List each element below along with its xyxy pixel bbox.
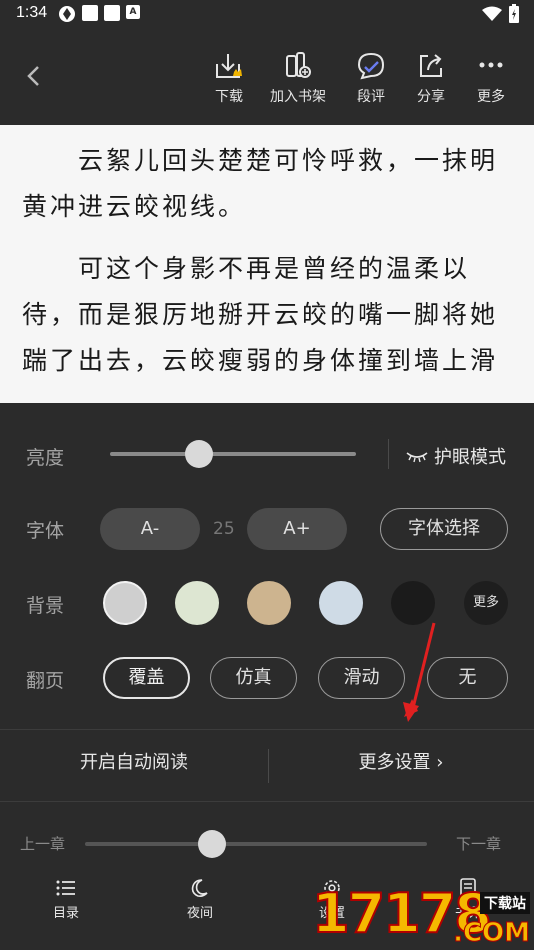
list-icon bbox=[56, 880, 75, 896]
bookshelf-add-icon bbox=[286, 52, 311, 78]
reading-content[interactable]: 云絮儿回头楚楚可怜呼救，一抹明黄冲进云皎视线。 可这个身影不再是曾经的温柔以待，… bbox=[0, 125, 534, 403]
divider bbox=[0, 729, 534, 730]
reader-settings-panel: 亮度 护眼模式 字体 A- 25 A+ 字体选择 背景 更多 翻页 覆盖 仿真 … bbox=[0, 403, 534, 950]
background-label: 背景 bbox=[26, 595, 65, 617]
font-select-button[interactable]: 字体选择 bbox=[380, 508, 508, 550]
eye-mode-label: 护眼模式 bbox=[434, 447, 506, 468]
eye-protection-mode-button[interactable]: 护眼模式 bbox=[406, 443, 506, 469]
background-swatch-tan[interactable] bbox=[247, 581, 291, 625]
closed-eye-icon bbox=[406, 452, 428, 463]
previous-chapter-button[interactable]: 上一章 bbox=[20, 833, 65, 854]
page-turn-label: 翻页 bbox=[26, 670, 65, 692]
more-settings-button[interactable]: 更多设置 › bbox=[268, 748, 534, 774]
font-size-value: 25 bbox=[213, 519, 235, 539]
chapter-progress-slider[interactable] bbox=[85, 842, 427, 846]
divider bbox=[388, 439, 389, 469]
paragraph-comment-button[interactable]: 段评 bbox=[339, 50, 403, 106]
notification-square-icon bbox=[104, 5, 120, 21]
page-turn-slide-option[interactable]: 滑动 bbox=[318, 657, 405, 699]
chapter-progress-thumb[interactable] bbox=[197, 830, 226, 858]
nav-night-mode[interactable]: 夜间 bbox=[170, 878, 230, 921]
divider bbox=[0, 801, 534, 802]
watermark-tag: 下载站 bbox=[480, 892, 530, 914]
share-button[interactable]: 分享 bbox=[399, 50, 463, 106]
brightness-slider[interactable] bbox=[110, 452, 356, 456]
status-bar: 1:34 A bbox=[0, 0, 534, 28]
nav-table-of-contents[interactable]: 目录 bbox=[36, 878, 96, 921]
auto-read-button[interactable]: 开启自动阅读 bbox=[0, 748, 268, 774]
font-label: 字体 bbox=[26, 520, 65, 542]
notification-square-icon bbox=[82, 5, 98, 21]
status-time: 1:34 bbox=[16, 4, 48, 21]
nav-label: 夜间 bbox=[186, 906, 213, 921]
nav-label: 目录 bbox=[52, 906, 79, 921]
site-watermark: 17178 下载站 .COM bbox=[311, 883, 534, 950]
download-button[interactable]: 下载 bbox=[197, 50, 261, 106]
background-swatch-blue[interactable] bbox=[319, 581, 363, 625]
more-label: 更多 bbox=[477, 89, 505, 105]
app-notification-icon bbox=[59, 6, 75, 22]
background-swatch-gray[interactable] bbox=[103, 581, 147, 625]
watermark-domain: .COM bbox=[453, 918, 531, 949]
share-label: 分享 bbox=[417, 89, 445, 105]
more-dots-icon bbox=[479, 62, 503, 68]
notification-letter-icon: A bbox=[126, 5, 140, 19]
status-notification-icons: A bbox=[58, 5, 140, 23]
comment-icon bbox=[357, 52, 385, 80]
add-to-bookshelf-label: 加入书架 bbox=[270, 89, 326, 105]
status-right-icons bbox=[482, 4, 520, 24]
page-turn-simulation-option[interactable]: 仿真 bbox=[210, 657, 297, 699]
reader-top-bar: 下载 加入书架 段评 分享 更多 bbox=[0, 28, 534, 125]
background-swatch-black[interactable] bbox=[391, 581, 435, 625]
back-arrow-icon[interactable] bbox=[20, 62, 48, 90]
more-button[interactable]: 更多 bbox=[459, 50, 523, 106]
moon-icon bbox=[191, 879, 208, 897]
download-icon bbox=[216, 54, 242, 78]
battery-icon bbox=[509, 4, 519, 23]
wifi-icon bbox=[482, 6, 502, 21]
add-to-bookshelf-button[interactable]: 加入书架 bbox=[266, 50, 330, 106]
font-decrease-button[interactable]: A- bbox=[100, 508, 200, 550]
brightness-slider-thumb[interactable] bbox=[184, 440, 213, 468]
page-turn-cover-option[interactable]: 覆盖 bbox=[103, 657, 190, 699]
background-swatch-green[interactable] bbox=[175, 581, 219, 625]
paragraph: 可这个身影不再是曾经的温柔以待，而是狠厉地掰开云皎的嘴一脚将她踹了出去，云皎瘦弱… bbox=[22, 254, 499, 375]
share-icon bbox=[420, 54, 442, 77]
more-backgrounds-button[interactable]: 更多 bbox=[464, 581, 508, 625]
next-chapter-button[interactable]: 下一章 bbox=[456, 833, 501, 854]
page-turn-none-option[interactable]: 无 bbox=[427, 657, 508, 699]
paragraph-comment-label: 段评 bbox=[357, 89, 385, 105]
font-increase-button[interactable]: A+ bbox=[247, 508, 347, 550]
paragraph: 云絮儿回头楚楚可怜呼救，一抹明黄冲进云皎视线。 bbox=[22, 146, 499, 221]
download-label: 下载 bbox=[215, 89, 243, 105]
brightness-label: 亮度 bbox=[26, 447, 65, 469]
